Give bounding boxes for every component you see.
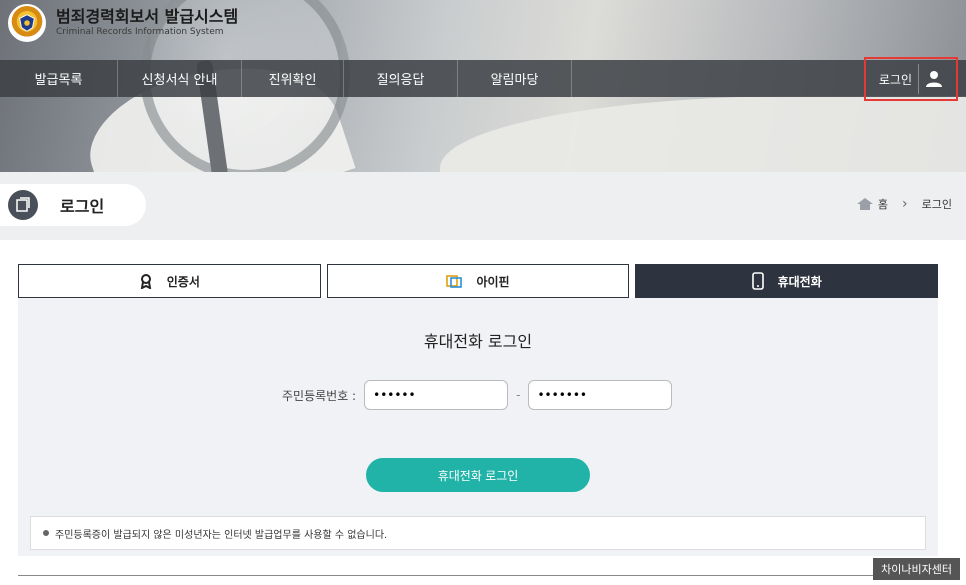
banner-desk-shape <box>440 96 966 172</box>
brand-title: 범죄경력회보서 발급시스템 <box>56 7 239 26</box>
panel-heading: 휴대전화 로그인 <box>423 332 533 351</box>
brand-subtitle: Criminal Records Information System <box>56 27 224 37</box>
user-icon <box>918 64 948 94</box>
phone-icon <box>751 272 764 290</box>
resident-number-back-input[interactable] <box>528 380 673 410</box>
resident-number-dash: - <box>516 388 521 402</box>
nav-item-verify[interactable]: 진위확인 <box>242 60 344 97</box>
watermark-badge: 차이나비자센터 <box>873 558 960 580</box>
notice-text: 주민등록증이 발급되지 않은 미성년자는 인터넷 발급업무를 사용할 수 없습니… <box>55 529 388 541</box>
tab-certificate[interactable]: 인증서 <box>18 264 321 298</box>
certificate-icon <box>139 273 153 289</box>
nav-item-form-guide[interactable]: 신청서식 안내 <box>118 60 242 97</box>
breadcrumb-home[interactable]: 홈 <box>878 196 888 212</box>
page-title-text: 로그인 <box>60 197 105 216</box>
ipin-icon <box>446 274 463 288</box>
tab-phone[interactable]: 휴대전화 <box>635 264 939 298</box>
nav-item-issue-list[interactable]: 발급목록 <box>0 60 118 97</box>
nav-item-notice[interactable]: 알림마당 <box>458 60 572 97</box>
page-title: 로그인 <box>0 184 146 226</box>
chevron-right-icon: › <box>902 196 908 212</box>
login-method-tabs: 인증서 아이핀 휴대전화 <box>18 264 939 298</box>
nav-login-button[interactable]: 로그인 <box>864 57 958 101</box>
divider <box>18 575 938 576</box>
breadcrumb-current: 로그인 <box>921 198 952 211</box>
tab-phone-label: 휴대전화 <box>777 274 822 289</box>
resident-number-front-input[interactable] <box>364 380 509 410</box>
main-nav: 발급목록 신청서식 안내 진위확인 질의응답 알림마당 <box>0 60 966 97</box>
resident-number-row: 주민등록번호 : - <box>282 380 673 410</box>
tab-certificate-label: 인증서 <box>166 274 200 289</box>
nav-login-label: 로그인 <box>878 72 912 87</box>
police-emblem-icon <box>8 4 46 42</box>
phone-login-button[interactable]: 휴대전화 로그인 <box>366 458 590 492</box>
tab-ipin[interactable]: 아이핀 <box>326 264 630 298</box>
notice-box: 주민등록증이 발급되지 않은 미성년자는 인터넷 발급업무를 사용할 수 없습니… <box>30 516 926 550</box>
breadcrumb: 홈 › 로그인 <box>856 196 952 212</box>
phone-login-panel: 휴대전화 로그인 주민등록번호 : - 휴대전화 로그인 주민등록증이 발급되지… <box>18 298 938 556</box>
bullet-icon <box>43 530 49 536</box>
home-icon[interactable] <box>856 197 874 211</box>
resident-number-label: 주민등록번호 : <box>282 388 357 403</box>
nav-item-qna[interactable]: 질의응답 <box>344 60 458 97</box>
brand[interactable]: 범죄경력회보서 발급시스템 Criminal Records Informati… <box>8 4 238 42</box>
page-title-band: 로그인 <box>0 172 966 240</box>
tab-ipin-label: 아이핀 <box>476 274 510 289</box>
page-icon <box>8 190 38 220</box>
